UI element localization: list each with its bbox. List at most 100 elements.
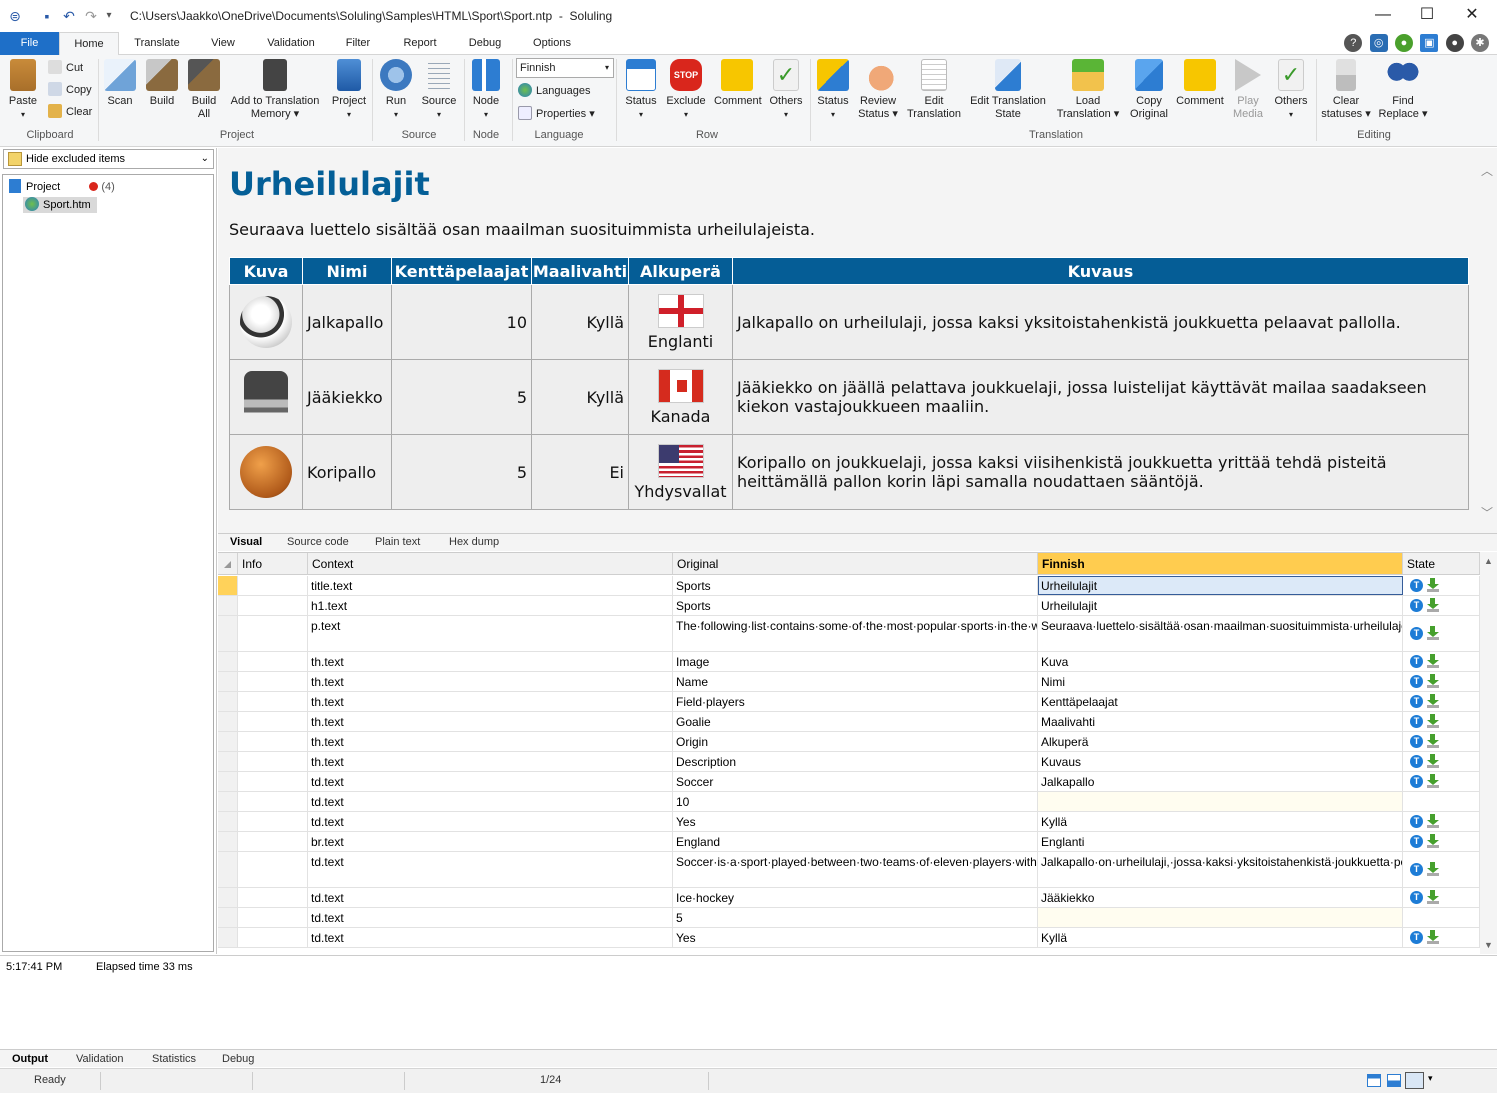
cell-finnish[interactable]: Seuraava·luettelo·sisältää·osan·maailman… (1038, 616, 1403, 651)
cell-info[interactable] (238, 792, 308, 811)
table-row[interactable]: th.text Field·players Kenttäpelaajat T (218, 692, 1480, 712)
scroll-up-icon[interactable]: ︿ (1481, 162, 1493, 179)
tree-item-project[interactable]: Project (4) (9, 179, 115, 195)
cell-info[interactable] (238, 852, 308, 887)
tab-filter[interactable]: Filter (336, 32, 380, 55)
cell-state[interactable]: T (1403, 732, 1480, 751)
tree-item-sport-htm[interactable]: Sport.htm (23, 197, 97, 213)
build-button[interactable]: Build (146, 59, 178, 108)
cell-original[interactable]: Image (673, 652, 1038, 671)
table-row[interactable]: td.text Ice·hockey Jääkiekko T (218, 888, 1480, 908)
table-row[interactable]: th.text Description Kuvaus T (218, 752, 1480, 772)
cell-state[interactable]: T (1403, 928, 1480, 947)
cell-state[interactable]: T (1403, 752, 1480, 771)
cell-state[interactable]: T (1403, 812, 1480, 831)
cell-state[interactable]: T (1403, 672, 1480, 691)
row-header[interactable] (218, 596, 238, 615)
cell-info[interactable] (238, 616, 308, 651)
cell-state[interactable]: T (1403, 692, 1480, 711)
tab-home[interactable]: Home (59, 32, 119, 56)
scroll-down-arrow-icon[interactable]: ▼ (1484, 940, 1493, 950)
tab-debug[interactable]: Debug (460, 32, 510, 55)
tab-statistics[interactable]: Statistics (152, 1052, 196, 1066)
maximize-button[interactable]: ☐ (1412, 4, 1442, 26)
row-header[interactable] (218, 712, 238, 731)
cell-state[interactable]: T (1403, 652, 1480, 671)
cell-context[interactable]: td.text (308, 792, 673, 811)
row-header[interactable] (218, 852, 238, 887)
column-header-context[interactable]: Context (308, 553, 673, 575)
translation-others-button[interactable]: ✓ Others ▾ (1270, 59, 1312, 121)
cell-original[interactable]: Sports (673, 596, 1038, 615)
cell-context[interactable]: td.text (308, 908, 673, 927)
cell-context[interactable]: td.text (308, 812, 673, 831)
cell-finnish[interactable] (1038, 792, 1403, 811)
table-row[interactable]: h1.text Sports Urheilulajit T (218, 596, 1480, 616)
cell-state[interactable] (1403, 792, 1480, 811)
cell-original[interactable]: Sports (673, 576, 1038, 595)
cell-state[interactable]: T (1403, 576, 1480, 595)
cell-finnish[interactable]: Kenttäpelaajat (1038, 692, 1403, 711)
column-header-original[interactable]: Original (673, 553, 1038, 575)
tab-report[interactable]: Report (394, 32, 446, 55)
properties-button[interactable]: Properties ▾ (518, 104, 595, 124)
cell-info[interactable] (238, 576, 308, 595)
add-to-tm-button[interactable]: Add to Translation Memory ▾ (228, 59, 322, 121)
cell-info[interactable] (238, 772, 308, 791)
column-header-state[interactable]: State (1403, 553, 1480, 575)
cell-info[interactable] (238, 928, 308, 947)
cell-context[interactable]: th.text (308, 752, 673, 771)
preview-layout-icon[interactable] (1405, 1072, 1424, 1089)
cell-original[interactable]: Soccer·is·a·sport·played·between·two·tea… (673, 852, 1038, 887)
cell-info[interactable] (238, 596, 308, 615)
cell-original[interactable]: 5 (673, 908, 1038, 927)
cell-context[interactable]: br.text (308, 832, 673, 851)
save-icon[interactable]: ▪ (38, 7, 56, 25)
cell-original[interactable]: Goalie (673, 712, 1038, 731)
copy-original-button[interactable]: Copy Original (1126, 59, 1172, 121)
cell-context[interactable]: th.text (308, 712, 673, 731)
cell-original[interactable]: The·following·list·contains·some·of·the·… (673, 616, 1038, 651)
row-others-button[interactable]: ✓ Others ▾ (766, 59, 806, 121)
cell-state[interactable]: T (1403, 616, 1480, 651)
scroll-down-icon[interactable]: ﹀ (1481, 504, 1493, 521)
cell-info[interactable] (238, 712, 308, 731)
copy-button[interactable]: Copy (48, 80, 92, 100)
cell-original[interactable]: Name (673, 672, 1038, 691)
row-status-button[interactable]: Status ▾ (622, 59, 660, 121)
cell-state[interactable]: T (1403, 596, 1480, 615)
filter-select[interactable]: Hide excluded items ⌄ (3, 149, 214, 169)
cell-finnish[interactable]: Alkuperä (1038, 732, 1403, 751)
play-media-button[interactable]: Play Media (1228, 59, 1268, 121)
close-button[interactable]: ✕ (1457, 4, 1487, 26)
node-button[interactable]: Node ▾ (468, 59, 504, 121)
tab-source-code[interactable]: Source code (287, 535, 349, 550)
tab-output[interactable]: Output (12, 1052, 48, 1066)
edit-translation-state-button[interactable]: Edit Translation State (968, 59, 1048, 121)
cell-original[interactable]: Yes (673, 928, 1038, 947)
row-header[interactable] (218, 576, 238, 595)
cell-context[interactable]: th.text (308, 692, 673, 711)
table-row[interactable]: th.text Name Nimi T (218, 672, 1480, 692)
languages-button[interactable]: Languages (518, 81, 590, 101)
cell-context[interactable]: th.text (308, 672, 673, 691)
cell-finnish[interactable]: Maalivahti (1038, 712, 1403, 731)
cell-info[interactable] (238, 652, 308, 671)
row-header[interactable] (218, 732, 238, 751)
table-row[interactable]: td.text 10 (218, 792, 1480, 812)
cell-finnish[interactable]: Kyllä (1038, 812, 1403, 831)
column-header-finnish[interactable]: Finnish (1038, 553, 1403, 575)
tab-output-validation[interactable]: Validation (76, 1052, 124, 1066)
cell-context[interactable]: title.text (308, 576, 673, 595)
cell-original[interactable]: Origin (673, 732, 1038, 751)
cell-finnish[interactable]: Jääkiekko (1038, 888, 1403, 907)
cell-state[interactable]: T (1403, 772, 1480, 791)
project-button[interactable]: Project ▾ (330, 59, 368, 121)
table-row[interactable]: p.text The·following·list·contains·some·o… (218, 616, 1480, 652)
cell-state[interactable] (1403, 908, 1480, 927)
row-header[interactable] (218, 652, 238, 671)
load-translation-button[interactable]: Load Translation ▾ (1054, 59, 1122, 121)
translation-comment-button[interactable]: Comment (1176, 59, 1224, 108)
cell-finnish[interactable]: Urheilulajit (1038, 596, 1403, 615)
run-button[interactable]: Run ▾ (378, 59, 414, 121)
